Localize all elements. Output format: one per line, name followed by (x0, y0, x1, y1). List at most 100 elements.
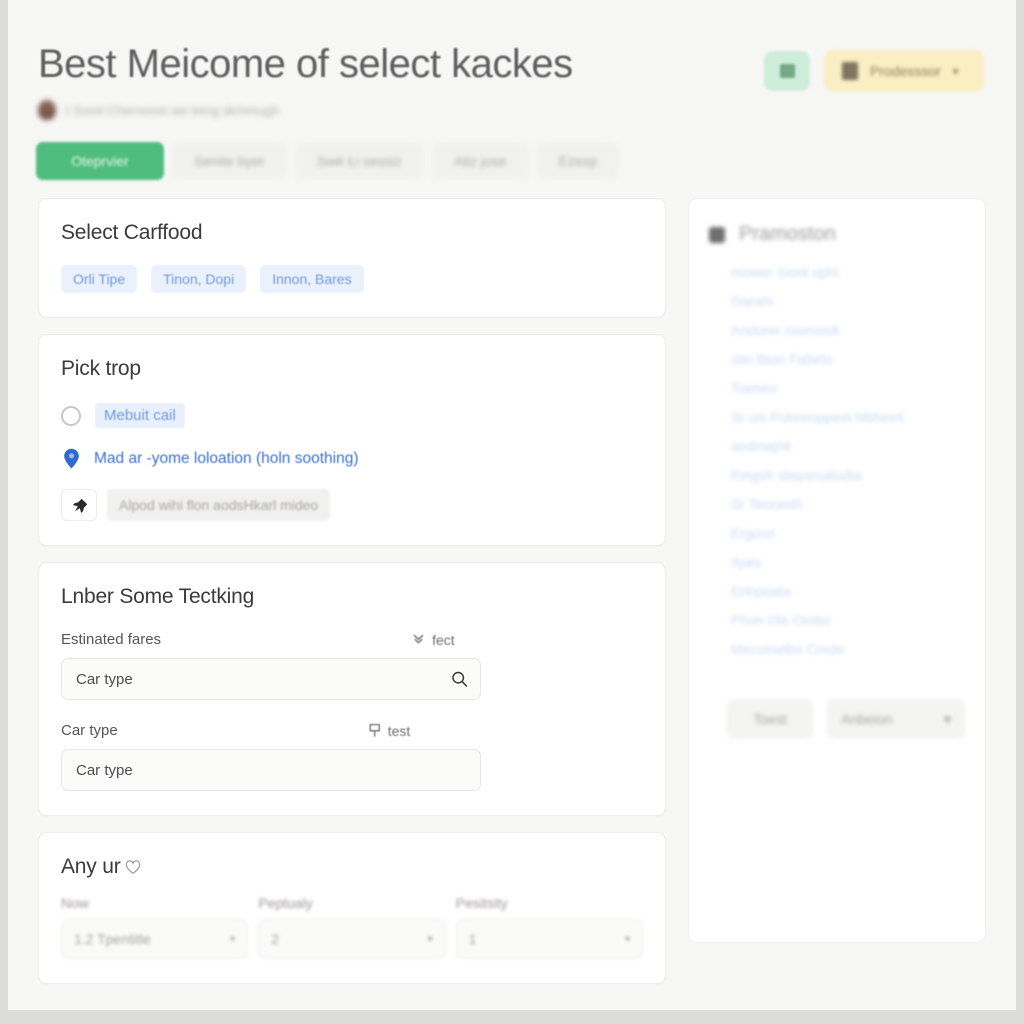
chevron-down-icon: ▾ (624, 933, 630, 945)
select-1-value: 1.2 Tpentitle (74, 931, 151, 947)
select-3[interactable]: 1 ▾ (455, 919, 643, 959)
card-pick-trop: Pick trop Mebuit cail Mad ar -yome loloa… (38, 334, 666, 546)
grid-icon-button[interactable] (764, 51, 810, 91)
badge-icon (842, 62, 858, 80)
side-column: Pramoston mower Sionł uphl Garahi Andore… (688, 198, 986, 943)
tab-4[interactable]: Atiz jose (431, 142, 529, 180)
chip-2[interactable]: Tinon, Dopi (151, 265, 247, 293)
select-col-2: Peptualy 2 ▾ (258, 895, 446, 959)
location-text: Mad ar -yome loloation (holn soothing) (94, 449, 359, 467)
tab-2[interactable]: Senite byer (172, 142, 287, 180)
chip-1[interactable]: Orli Tipe (61, 265, 138, 293)
field1-hint-label: fect (432, 631, 455, 648)
search-icon[interactable] (451, 671, 468, 688)
flag-icon (369, 723, 380, 737)
app-window: Best Meicome of select kackes t Sorel Ch… (8, 0, 1016, 1010)
action-text[interactable]: Alpod wihi flon aodsHkarl mideo (107, 489, 331, 521)
radio-label: Mebuit cail (95, 403, 185, 428)
promotion-panel: Pramoston mower Sionł uphl Garahi Andore… (688, 198, 986, 943)
content-area: Select Carffood Orli Tipe Tinon, Dopi In… (8, 180, 1016, 984)
promotion-select[interactable]: Anbeion ▾ (827, 699, 965, 739)
byline: t Sorel Chernonst we teing dichmugh (38, 100, 986, 120)
list-item[interactable]: aedmajhli (731, 438, 965, 454)
list-item[interactable]: Mecomelbs Crede (731, 641, 965, 657)
field2-label: Car type (61, 722, 118, 739)
select-2[interactable]: 2 ▾ (258, 919, 446, 959)
page-subtitle: t Sorel Chernonst we teing dichmugh (66, 102, 280, 118)
car-type-search-input[interactable] (61, 658, 481, 700)
tab-bar: Oteprvier Senite byer Swé Łi sessiz Atiz… (8, 120, 1016, 180)
tab-overview[interactable]: Oteprvier (36, 142, 164, 180)
chevron-down-icon: ▾ (427, 933, 433, 945)
list-item[interactable]: Garahi (731, 293, 965, 309)
list-item[interactable]: Ergosn (731, 525, 965, 541)
field1-label-row: Estinated fares fect (61, 631, 643, 648)
list-item[interactable]: Sr Teoranth (731, 496, 965, 512)
pin-tool-button[interactable] (61, 489, 97, 521)
list-item[interactable]: Enhpoata (731, 583, 965, 599)
select-3-value: 1 (468, 931, 477, 947)
action-row: Alpod wihi flon aodsHkarl mideo (61, 489, 643, 521)
list-item[interactable]: Ajais (731, 554, 965, 570)
select-label-1: Now (61, 895, 90, 911)
list-item[interactable]: Eingsh stepsroatodia (731, 467, 965, 483)
page-header: Best Meicome of select kackes t Sorel Ch… (8, 0, 1016, 120)
main-column: Select Carffood Orli Tipe Tinon, Dopi In… (38, 198, 666, 984)
card-title-any-ur-row: Any ur (61, 855, 643, 879)
radio-row[interactable]: Mebuit cail (61, 403, 643, 428)
field1-hint[interactable]: fect (411, 632, 455, 648)
field2-hint[interactable]: test (368, 722, 411, 739)
grid-icon (779, 64, 795, 78)
chip-row: Orli Tipe Tinon, Dopi Innon, Bares (61, 265, 643, 293)
card-title-pick-trop: Pick trop (61, 357, 141, 380)
status-badge[interactable]: Prodesssor ▾ (824, 50, 984, 92)
chip-3[interactable]: Innon, Bares (260, 265, 364, 293)
card-any-ur: Any ur Now 1.2 Tpentitle ▾ Peptualy 2 ▾ … (38, 832, 666, 984)
promotion-select-value: Anbeion (841, 711, 893, 727)
list-item[interactable]: Tiameo (731, 380, 965, 396)
card-title-select-carffood: Select Carffood (61, 221, 203, 244)
promotion-footer: Toest Anbeion ▾ (709, 699, 965, 739)
heart-icon (125, 860, 140, 874)
list-item[interactable]: mower Sionł uphl (731, 264, 965, 280)
list-item[interactable]: Sr uis Potesioppest Nbheint (731, 409, 965, 425)
field2-hint-label: test (387, 722, 411, 739)
list-item[interactable]: Phon Ols Orobs (731, 612, 965, 628)
tab-3[interactable]: Swé Łi sessiz (294, 142, 424, 180)
download-icon (413, 634, 424, 644)
chevron-down-icon: ▾ (952, 65, 959, 78)
promotion-title: Pramoston (739, 223, 836, 245)
select-label-2: Peptualy (258, 895, 313, 911)
promotion-action-button[interactable]: Toest (727, 699, 813, 739)
field1-input-wrap (61, 658, 481, 700)
select-col-3: Pesitsity 1 ▾ (455, 895, 643, 959)
field2-label-row: Car type test (61, 722, 643, 739)
radio-button[interactable] (61, 405, 81, 426)
select-grid: Now 1.2 Tpentitle ▾ Peptualy 2 ▾ Pesitsi… (61, 895, 643, 959)
card-title-any-ur: Any ur (61, 855, 121, 878)
promotion-header: Pramoston (709, 223, 965, 246)
avatar (38, 100, 56, 120)
promotion-link-list: mower Sionł uphl Garahi Andorer rasinois… (709, 264, 965, 657)
card-title-tectking: Lnber Some Tectking (61, 585, 255, 608)
header-actions: Prodesssor ▾ (764, 50, 984, 92)
chevron-down-icon: ▾ (230, 933, 236, 945)
car-type-input[interactable] (61, 749, 481, 791)
chevron-down-icon: ▾ (943, 710, 951, 727)
map-pin-icon (64, 448, 79, 469)
card-select-carffood: Select Carffood Orli Tipe Tinon, Dopi In… (38, 198, 666, 318)
field2-input-wrap (61, 749, 481, 791)
list-item[interactable]: stei Bton Fabeto (731, 351, 965, 367)
list-icon (709, 226, 725, 243)
select-1[interactable]: 1.2 Tpentitle ▾ (61, 919, 249, 959)
select-col-1: Now 1.2 Tpentitle ▾ (61, 895, 249, 959)
select-2-value: 2 (271, 931, 280, 947)
field1-label: Estinated fares (61, 631, 162, 648)
status-badge-label: Prodesssor (870, 63, 941, 79)
tab-5[interactable]: Ezexp (536, 142, 620, 180)
location-row[interactable]: Mad ar -yome loloation (holn soothing) (61, 448, 643, 469)
card-tectking: Lnber Some Tectking Estinated fares fect (38, 562, 666, 816)
list-item[interactable]: Andorer rasinoisk (731, 322, 965, 338)
pushpin-icon (72, 498, 87, 513)
select-label-3: Pesitsity (455, 895, 508, 911)
